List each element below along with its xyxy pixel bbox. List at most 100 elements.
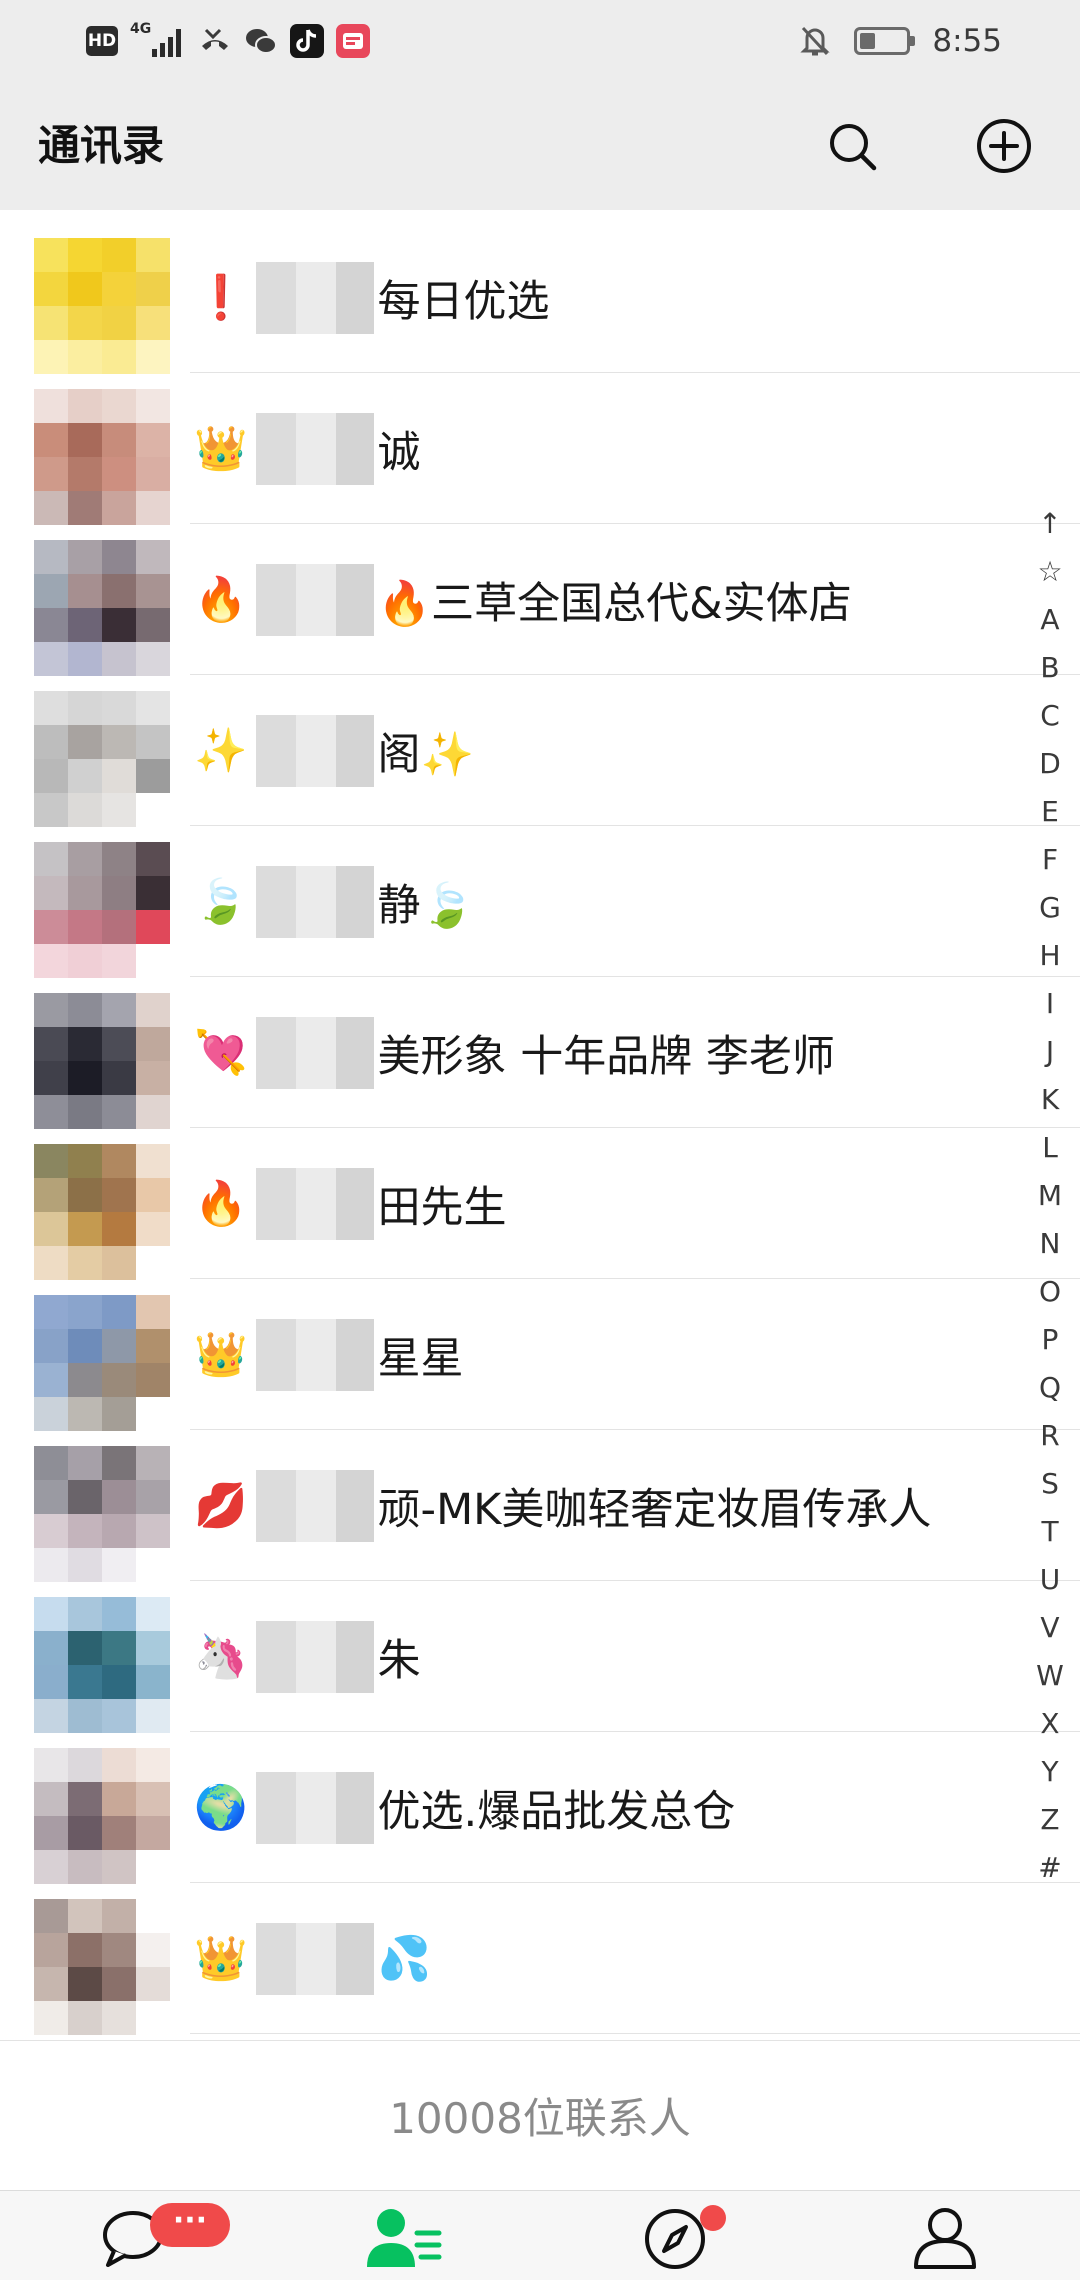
index-letter[interactable]: C (1020, 692, 1080, 740)
contact-name-text: 星星 (377, 1333, 464, 1384)
contact-row[interactable]: 🔥 🔥三草全国总代&实体店 (0, 524, 1080, 676)
search-button[interactable] (822, 116, 882, 176)
name-emoji: 🦄 (194, 1631, 248, 1682)
contact-name: ❗ 每日优选 (194, 222, 550, 373)
tiktok-icon (290, 24, 324, 58)
index-letter[interactable]: G (1020, 884, 1080, 932)
index-letter[interactable]: F (1020, 836, 1080, 884)
contact-name: 💋 顽-MK美咖轻奢定妆眉传承人 (194, 1430, 931, 1581)
index-letter[interactable]: Z (1020, 1796, 1080, 1844)
index-letter[interactable]: ☆ (1020, 548, 1080, 596)
redacted-text (255, 563, 374, 636)
contact-name: 👑 💦 (194, 1883, 431, 2034)
alphabet-index[interactable]: ↑ ☆ A B C D E F G H I J K L M N O P Q R S T U V W X Y Z # (1020, 500, 1080, 1892)
contact-row[interactable]: 👑 星星 (0, 1279, 1080, 1431)
tab-me[interactable] (810, 2191, 1080, 2280)
index-letter[interactable]: ↑ (1020, 500, 1080, 548)
avatar (34, 540, 170, 676)
profile-icon (914, 2208, 976, 2269)
avatar (34, 842, 170, 978)
index-letter[interactable]: N (1020, 1220, 1080, 1268)
contact-count: 10008位联系人 (0, 2040, 1080, 2190)
redacted-text (255, 714, 374, 787)
page-title: 通讯录 (38, 121, 165, 170)
index-letter[interactable]: O (1020, 1268, 1080, 1316)
network-type-label: 4G (130, 21, 152, 37)
status-icons-right: 8:55 (798, 18, 1002, 64)
battery-level (860, 33, 876, 49)
index-letter[interactable]: P (1020, 1316, 1080, 1364)
redacted-text (255, 261, 374, 334)
index-letter[interactable]: D (1020, 740, 1080, 788)
avatar (34, 1597, 170, 1733)
contact-name: 🌍 优选.爆品批发总仓 (194, 1732, 735, 1883)
contact-row[interactable]: 💋 顽-MK美咖轻奢定妆眉传承人 (0, 1430, 1080, 1582)
index-letter[interactable]: W (1020, 1652, 1080, 1700)
contact-row[interactable]: 🦄 朱 (0, 1581, 1080, 1733)
index-letter[interactable]: # (1020, 1844, 1080, 1892)
signal-icon: 4G (130, 21, 186, 61)
index-letter[interactable]: B (1020, 644, 1080, 692)
add-button[interactable] (974, 116, 1034, 176)
contact-name: 🔥 🔥三草全国总代&实体店 (194, 524, 852, 675)
tab-contacts[interactable] (270, 2191, 540, 2280)
contact-name-text: 朱 (377, 1635, 421, 1686)
contact-row[interactable]: 👑 诚 (0, 373, 1080, 525)
contact-row[interactable]: 🍃 静🍃 (0, 826, 1080, 978)
tab-discover[interactable] (540, 2191, 810, 2280)
contact-row[interactable]: 💘 美形象 十年品牌 李老师 (0, 977, 1080, 1129)
status-icons-left: HD 4G (86, 18, 370, 64)
name-emoji: 💋 (194, 1480, 248, 1531)
index-letter[interactable]: M (1020, 1172, 1080, 1220)
contact-row[interactable]: 🔥 田先生 (0, 1128, 1080, 1280)
index-letter[interactable]: Q (1020, 1364, 1080, 1412)
index-letter[interactable]: H (1020, 932, 1080, 980)
index-letter[interactable]: L (1020, 1124, 1080, 1172)
index-letter[interactable]: R (1020, 1412, 1080, 1460)
search-icon (830, 124, 877, 171)
name-emoji: ✨ (194, 725, 248, 776)
name-emoji: 🍃 (194, 876, 248, 927)
index-letter[interactable]: E (1020, 788, 1080, 836)
contact-row[interactable]: ✨ 阁✨ (0, 675, 1080, 827)
redacted-text (255, 1016, 374, 1089)
name-emoji: 🌍 (194, 1782, 248, 1833)
index-letter[interactable]: Y (1020, 1748, 1080, 1796)
index-letter[interactable]: S (1020, 1460, 1080, 1508)
contact-name: 🍃 静🍃 (194, 826, 474, 977)
contact-list: ❗ 每日优选 👑 诚 🔥 🔥三草全国总代&实体店 ✨ 阁✨ 🍃 静🍃 💘 美形象 十年品牌 李老师 🔥 田… (0, 222, 1080, 2035)
avatar (34, 1446, 170, 1582)
index-letter[interactable]: U (1020, 1556, 1080, 1604)
index-letter[interactable]: A (1020, 596, 1080, 644)
index-letter[interactable]: V (1020, 1604, 1080, 1652)
redacted-text (255, 865, 374, 938)
tab-chats[interactable]: ··· (0, 2191, 270, 2280)
index-letter[interactable]: X (1020, 1700, 1080, 1748)
contact-row[interactable]: 👑 💦 (0, 1883, 1080, 2035)
index-letter[interactable]: J (1020, 1028, 1080, 1076)
index-letter[interactable]: T (1020, 1508, 1080, 1556)
contact-name-text: 优选.爆品批发总仓 (377, 1786, 736, 1837)
app-header: 通讯录 (0, 82, 1080, 210)
name-emoji: 👑 (194, 423, 248, 474)
index-letter[interactable]: K (1020, 1076, 1080, 1124)
contact-row[interactable]: ❗ 每日优选 (0, 222, 1080, 374)
avatar (34, 238, 170, 374)
avatar (34, 1295, 170, 1431)
index-letter[interactable]: I (1020, 980, 1080, 1028)
contact-name-text: 🔥三草全国总代&实体店 (377, 578, 852, 629)
redacted-text (255, 1620, 374, 1693)
avatar (34, 993, 170, 1129)
redacted-text (255, 1167, 374, 1240)
avatar (34, 1748, 170, 1884)
contact-name-text: 顽-MK美咖轻奢定妆眉传承人 (377, 1484, 932, 1535)
status-bar: HD 4G 8:55 (0, 0, 1080, 82)
missed-call-icon (198, 24, 232, 58)
discover-dot-badge (700, 2205, 726, 2231)
name-emoji: ❗ (194, 272, 248, 323)
contact-name-text: 💦 (377, 1933, 432, 1984)
contact-name-text: 美形象 十年品牌 李老师 (377, 1031, 835, 1082)
contact-name-text: 静🍃 (377, 880, 475, 931)
contact-name-text: 每日优选 (377, 276, 550, 327)
contact-row[interactable]: 🌍 优选.爆品批发总仓 (0, 1732, 1080, 1884)
